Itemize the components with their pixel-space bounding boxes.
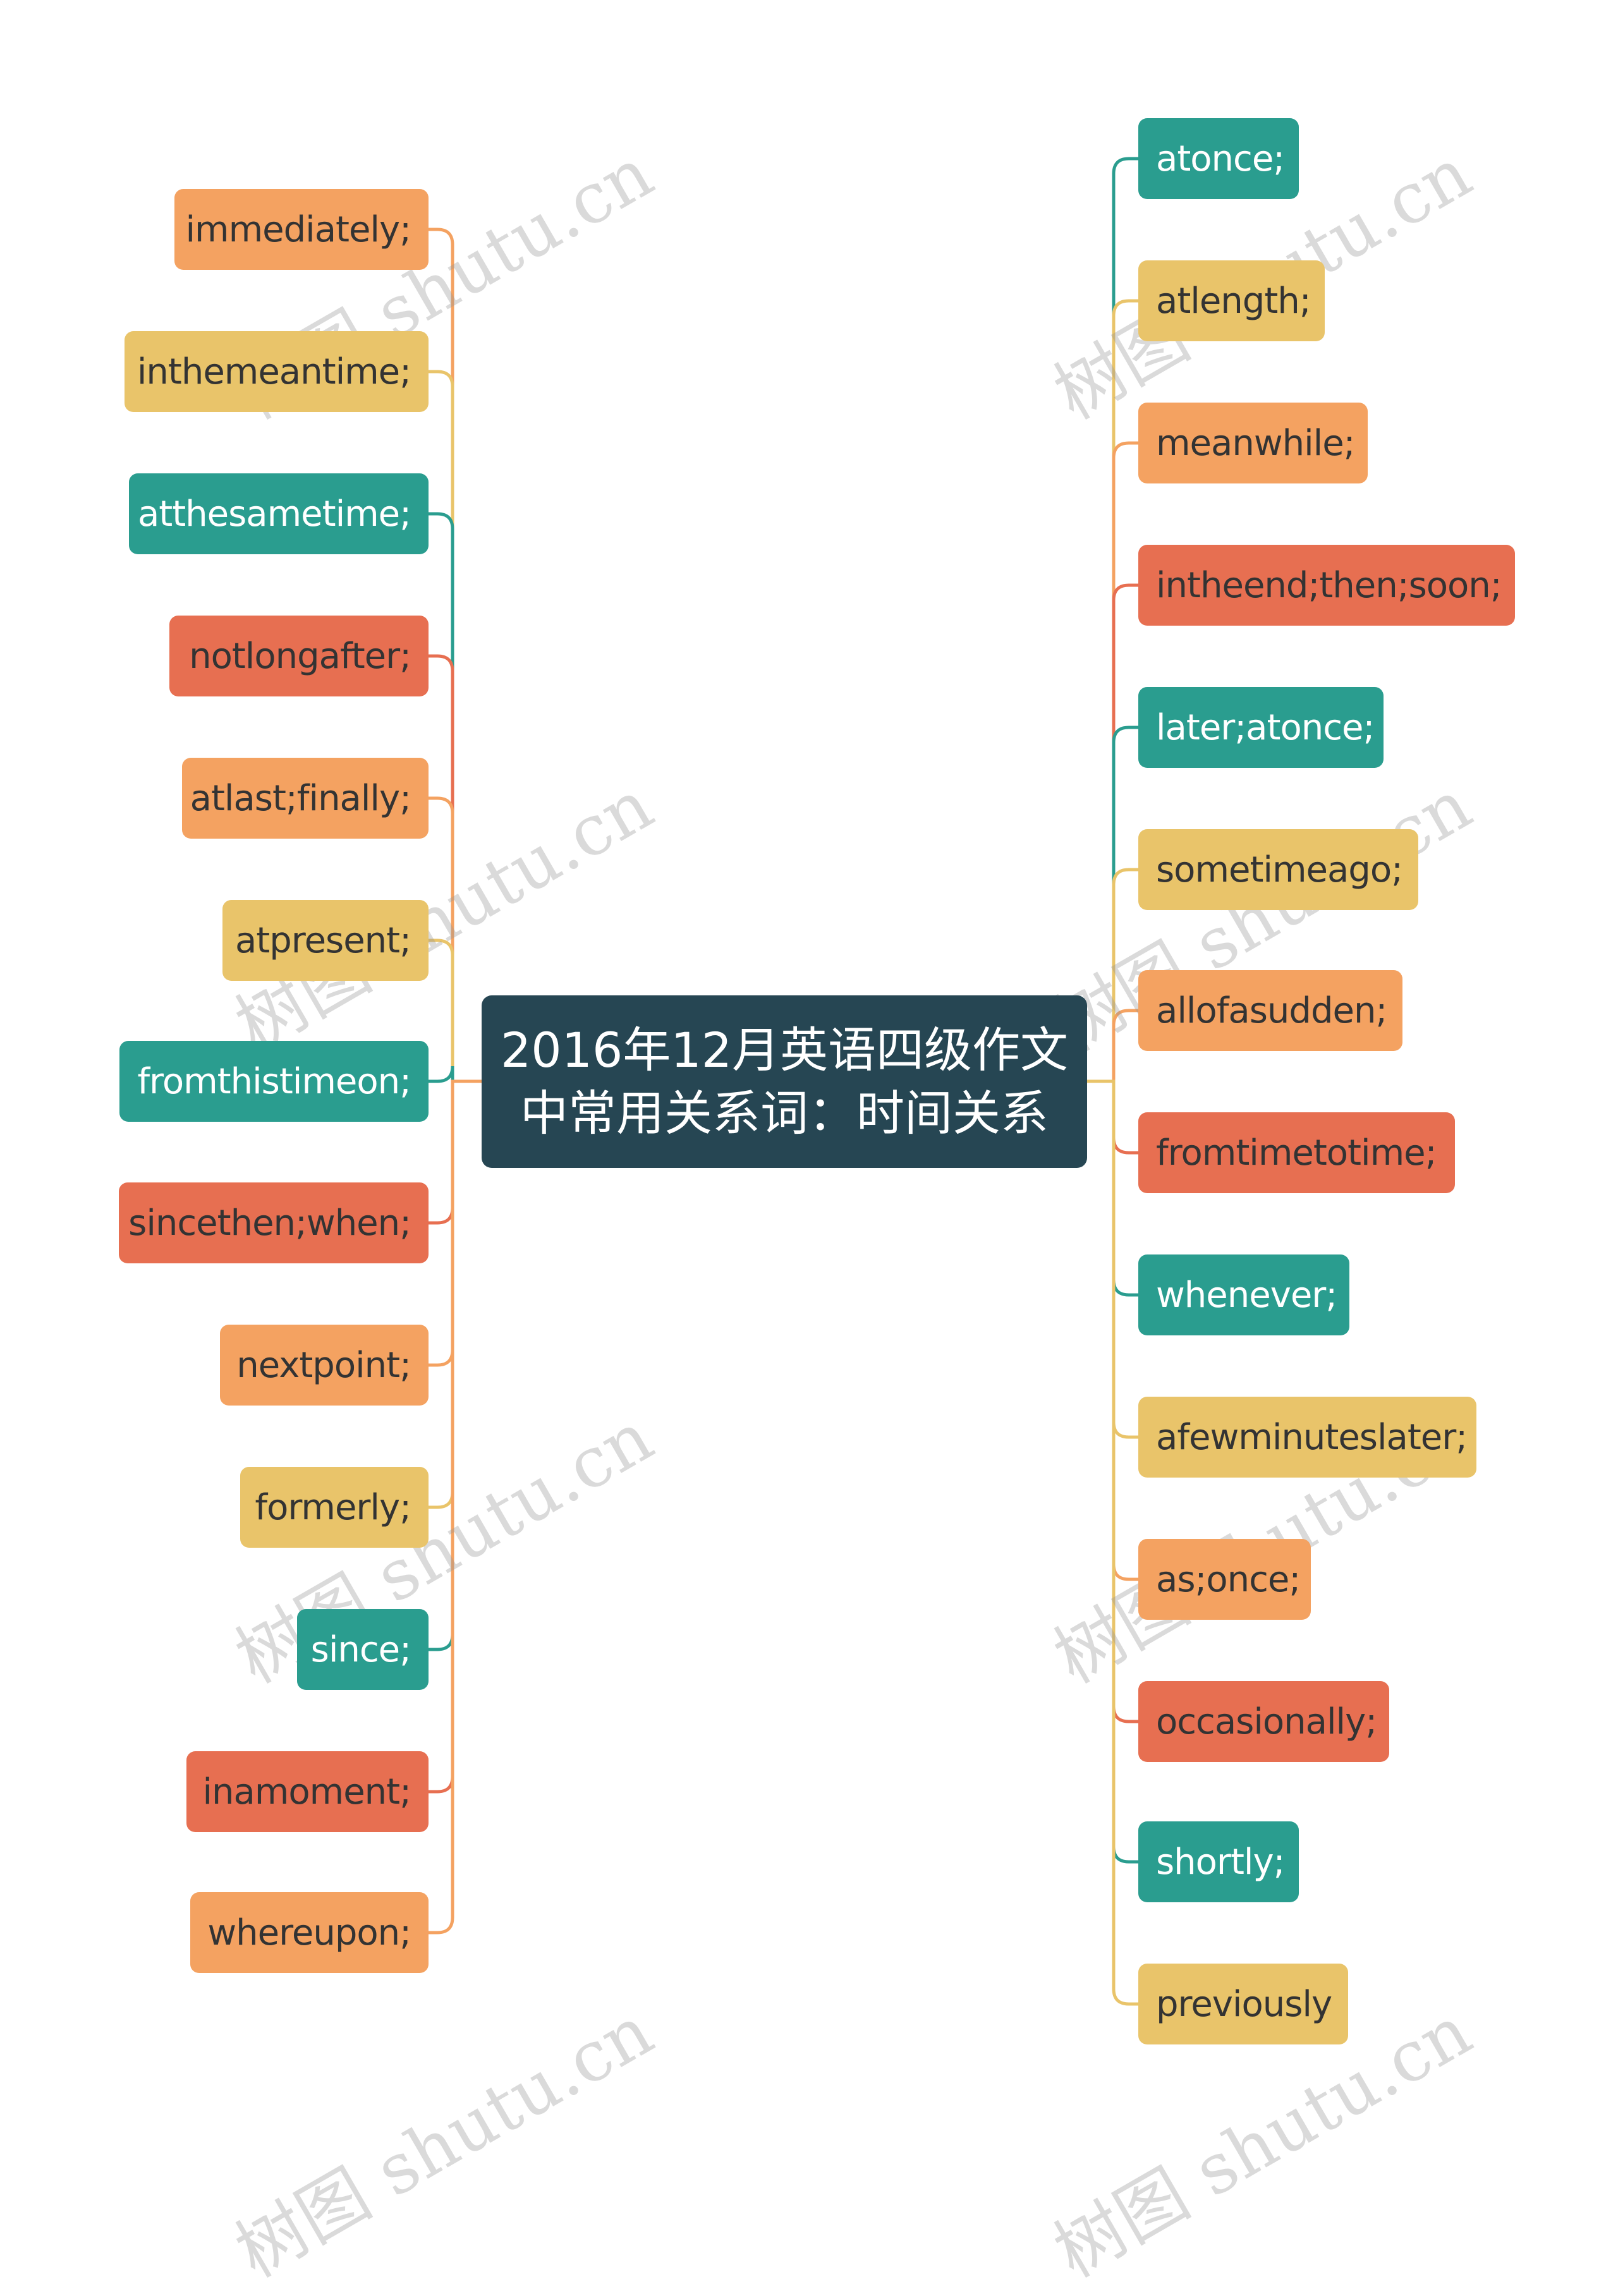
node-label: sometimeago; bbox=[1156, 849, 1403, 890]
node-label: fromtimetotime; bbox=[1156, 1132, 1437, 1174]
left-connector-11 bbox=[427, 1079, 484, 1794]
node-label: nextpoint; bbox=[236, 1344, 411, 1386]
node-label: sincethen;when; bbox=[128, 1202, 411, 1244]
node-label: immediately; bbox=[185, 209, 411, 250]
node-label: formerly; bbox=[255, 1486, 411, 1528]
right-node[interactable]: fromtimetotime; bbox=[1138, 1112, 1455, 1193]
right-node[interactable]: occasionally; bbox=[1138, 1681, 1389, 1762]
node-label: atlength; bbox=[1156, 280, 1311, 322]
left-connector-7 bbox=[427, 1079, 484, 1225]
right-node[interactable]: as;once; bbox=[1138, 1539, 1311, 1620]
node-label: notlongafter; bbox=[189, 635, 411, 677]
node-label: fromthistimeon; bbox=[137, 1060, 411, 1102]
left-node[interactable]: whereupon; bbox=[190, 1892, 429, 1973]
left-node[interactable]: atpresent; bbox=[222, 900, 429, 981]
right-node[interactable]: intheend;then;soon; bbox=[1138, 545, 1515, 626]
left-node[interactable]: inamoment; bbox=[186, 1751, 429, 1832]
node-label: atthesametime; bbox=[137, 493, 411, 535]
node-label: later;atonce; bbox=[1156, 707, 1375, 748]
right-node[interactable]: atonce; bbox=[1138, 118, 1299, 199]
node-label: whereupon; bbox=[207, 1912, 411, 1953]
left-node[interactable]: notlongafter; bbox=[169, 616, 429, 696]
left-connector-9 bbox=[427, 1079, 484, 1509]
left-node[interactable]: nextpoint; bbox=[220, 1325, 429, 1406]
node-label: afewminuteslater; bbox=[1156, 1416, 1468, 1458]
node-label: occasionally; bbox=[1156, 1701, 1377, 1742]
left-node[interactable]: immediately; bbox=[174, 189, 429, 270]
node-label: atonce; bbox=[1156, 138, 1285, 179]
node-label: previously bbox=[1156, 1983, 1332, 2025]
right-node[interactable]: atlength; bbox=[1138, 260, 1325, 341]
left-node[interactable]: since; bbox=[297, 1609, 429, 1690]
right-node[interactable]: later;atonce; bbox=[1138, 687, 1384, 768]
node-label: inamoment; bbox=[202, 1771, 411, 1813]
right-node[interactable]: sometimeago; bbox=[1138, 829, 1418, 910]
left-connector-6 bbox=[427, 1066, 484, 1083]
left-node[interactable]: atthesametime; bbox=[129, 473, 429, 554]
node-label: whenever; bbox=[1156, 1274, 1337, 1316]
node-label: intheend;then;soon; bbox=[1156, 564, 1502, 606]
left-node[interactable]: formerly; bbox=[240, 1467, 429, 1548]
node-label: atpresent; bbox=[234, 920, 411, 961]
left-node[interactable]: fromthistimeon; bbox=[119, 1041, 429, 1122]
node-label: atlast;finally; bbox=[190, 777, 411, 819]
left-connector-3 bbox=[427, 654, 484, 1083]
right-connector-13 bbox=[1085, 1079, 1140, 2006]
node-label: inthemeantime; bbox=[137, 351, 411, 392]
node-label: meanwhile; bbox=[1156, 422, 1356, 464]
left-node[interactable]: sincethen;when; bbox=[119, 1182, 429, 1263]
right-node[interactable]: allofasudden; bbox=[1138, 970, 1402, 1051]
node-label: since; bbox=[310, 1629, 411, 1670]
node-label: allofasudden; bbox=[1156, 990, 1387, 1031]
node-label: shortly; bbox=[1156, 1841, 1285, 1883]
left-connector-1 bbox=[427, 370, 484, 1083]
right-node[interactable]: whenever; bbox=[1138, 1254, 1349, 1335]
central-topic-line1: 2016年12月英语四级作文 bbox=[500, 1021, 1069, 1078]
left-connector-5 bbox=[427, 938, 484, 1083]
left-node[interactable]: inthemeantime; bbox=[125, 331, 429, 412]
node-label: as;once; bbox=[1156, 1558, 1301, 1600]
central-topic-line2: 中常用关系词：时间关系 bbox=[520, 1084, 1049, 1141]
left-node[interactable]: atlast;finally; bbox=[182, 758, 429, 839]
right-node[interactable]: meanwhile; bbox=[1138, 403, 1368, 483]
right-node[interactable]: shortly; bbox=[1138, 1821, 1299, 1902]
right-node[interactable]: previously bbox=[1138, 1964, 1348, 2044]
right-node[interactable]: afewminuteslater; bbox=[1138, 1397, 1476, 1478]
central-topic[interactable]: 2016年12月英语四级作文 中常用关系词：时间关系 bbox=[482, 995, 1087, 1168]
right-connector-6 bbox=[1085, 1009, 1140, 1083]
